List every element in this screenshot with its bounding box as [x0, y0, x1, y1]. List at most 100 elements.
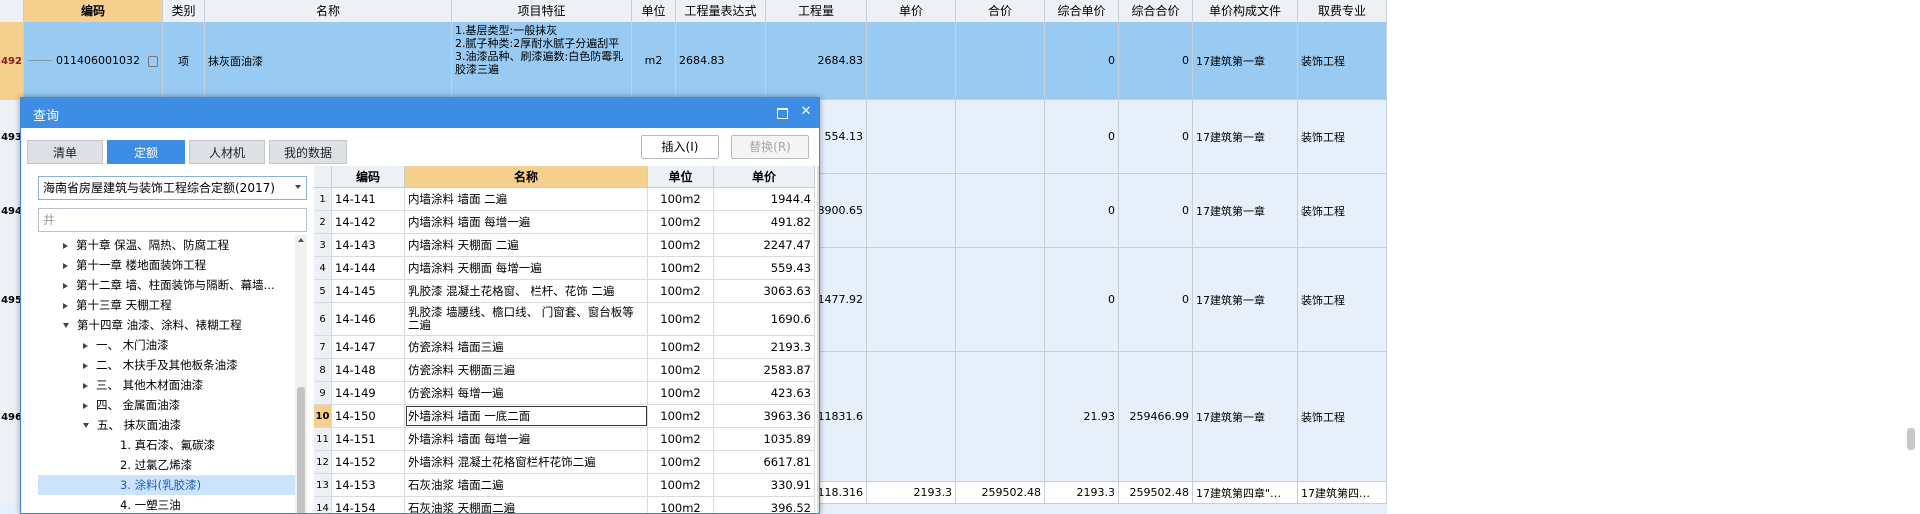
cell-qty[interactable]: 2684.83	[766, 22, 867, 99]
cell-total[interactable]	[956, 22, 1045, 99]
insert-button[interactable]: 插入(I)	[641, 135, 719, 159]
col-header-file[interactable]: 单价构成文件	[1193, 0, 1298, 22]
quota-row[interactable]: 7 14-147 仿瓷涂料 墙面三遍 100m2 2193.3	[314, 336, 815, 359]
cell-comp-total[interactable]: 0	[1119, 100, 1193, 173]
quota-row-current[interactable]: 10 14-150 外墙涂料 墙面 一底二面 100m2 3963.36	[314, 405, 815, 428]
expand-icon[interactable]	[63, 242, 68, 249]
tree-node[interactable]: 第十三章 天棚工程	[63, 295, 172, 315]
cell-price[interactable]	[867, 174, 956, 247]
cell-comp-total[interactable]: 259502.48	[1119, 482, 1193, 503]
quota-col-price[interactable]: 单价	[714, 166, 815, 188]
col-header-qty[interactable]: 工程量	[766, 0, 867, 22]
cell-comp-total[interactable]: 0	[1119, 174, 1193, 247]
cell-comp-price[interactable]: 21.93	[1045, 352, 1119, 481]
cell-unit[interactable]: m2	[632, 22, 676, 99]
quota-library-select[interactable]: 海南省房屋建筑与装饰工程综合定额(2017)	[38, 176, 307, 200]
cell-total[interactable]	[956, 174, 1045, 247]
cell-comp-price[interactable]: 0	[1045, 22, 1119, 99]
cell-file[interactable]: 17建筑第四章"…	[1193, 482, 1298, 503]
cell-comp-total[interactable]: 259466.99	[1119, 352, 1193, 481]
cell-price[interactable]	[867, 22, 956, 99]
replace-button[interactable]: 替换(R)	[731, 135, 809, 159]
maximize-icon[interactable]	[777, 108, 788, 119]
table-row[interactable]: 492 011406001032 项 抹灰面油漆 1.基层类型:一般抹灰 2.腻…	[0, 22, 1387, 100]
tree-node[interactable]: 第十一章 楼地面装饰工程	[63, 255, 206, 275]
cell-code[interactable]: 011406001032	[24, 22, 163, 99]
cell-spec[interactable]: 装饰工程	[1298, 22, 1387, 99]
tree-node[interactable]: 2. 过氯乙烯漆	[120, 455, 192, 475]
cell-type[interactable]: 项	[163, 22, 205, 99]
col-header-comp-price[interactable]: 综合单价	[1045, 0, 1119, 22]
col-header-spec[interactable]: 取费专业	[1298, 0, 1387, 22]
col-header-unit[interactable]: 单位	[632, 0, 676, 22]
cell-expr[interactable]: 2684.83	[676, 22, 766, 99]
tab-my-data[interactable]: 我的数据	[269, 140, 347, 164]
tree-node[interactable]: 四、 金属面油漆	[83, 395, 180, 415]
collapse-icon[interactable]	[83, 423, 89, 428]
tree-node[interactable]: 五、 抹灰面油漆	[83, 415, 181, 435]
cell-comp-price[interactable]: 0	[1045, 100, 1119, 173]
cell-comp-price[interactable]: 0	[1045, 248, 1119, 351]
cell-spec[interactable]: 17建筑第四…	[1298, 482, 1387, 503]
quota-row[interactable]: 3 14-143 内墙涂料 天棚面 二遍 100m2 2247.47	[314, 234, 815, 257]
col-header-name[interactable]: 名称	[205, 0, 452, 22]
tree-node[interactable]: 第十四章 油漆、涂料、裱糊工程	[63, 315, 242, 335]
cell-comp-price[interactable]: 0	[1045, 174, 1119, 247]
cell-spec[interactable]: 装饰工程	[1298, 248, 1387, 351]
cell-comp-total[interactable]: 0	[1119, 248, 1193, 351]
tree-node[interactable]: 二、 木扶手及其他板条油漆	[83, 355, 238, 375]
cell-total[interactable]	[956, 248, 1045, 351]
expand-icon[interactable]	[63, 302, 68, 309]
quota-row[interactable]: 13 14-153 石灰油浆 墙面二遍 100m2 330.91	[314, 474, 815, 497]
tab-qingdan[interactable]: 清单	[27, 140, 103, 164]
col-header-code[interactable]: 编码	[24, 0, 163, 22]
cell-price[interactable]	[867, 352, 956, 481]
tree-node[interactable]: 第十二章 墙、柱面装饰与隔断、幕墙...	[63, 275, 275, 295]
quota-row[interactable]: 1 14-141 内墙涂料 墙面 二遍 100m2 1944.4	[314, 188, 815, 211]
cell-spec[interactable]: 装饰工程	[1298, 100, 1387, 173]
tree-node[interactable]: 4. 一塑三油	[120, 495, 181, 513]
cell-file[interactable]: 17建筑第一章	[1193, 352, 1298, 481]
main-scrollbar-thumb[interactable]	[1907, 428, 1915, 450]
quota-row[interactable]: 8 14-148 仿瓷涂料 天棚面三遍 100m2 2583.87	[314, 359, 815, 382]
cell-file[interactable]: 17建筑第一章	[1193, 174, 1298, 247]
tree-node[interactable]: 1. 真石漆、氟碳漆	[120, 435, 215, 455]
quota-col-name[interactable]: 名称	[405, 166, 648, 188]
cell-file[interactable]: 17建筑第一章	[1193, 22, 1298, 99]
expand-icon[interactable]	[83, 342, 88, 349]
cell-file[interactable]: 17建筑第一章	[1193, 248, 1298, 351]
tree-node-selected[interactable]: 3. 涂料(乳胶漆)	[38, 475, 296, 495]
tree-node[interactable]: 第十章 保温、隔热、防腐工程	[63, 235, 229, 255]
cell-total[interactable]	[956, 100, 1045, 173]
quota-col-code[interactable]: 编码	[332, 166, 405, 188]
col-header-comp-total[interactable]: 综合合价	[1119, 0, 1193, 22]
cell-comp-price[interactable]: 2193.3	[1045, 482, 1119, 503]
quota-row[interactable]: 14 14-154 石灰油浆 天棚面二遍 100m2 396.52	[314, 497, 815, 513]
cell-file[interactable]: 17建筑第一章	[1193, 100, 1298, 173]
col-header-total[interactable]: 合价	[956, 0, 1045, 22]
expand-icon[interactable]	[83, 382, 88, 389]
quota-row[interactable]: 11 14-151 外墙涂料 墙面 每增一遍 100m2 1035.89	[314, 428, 815, 451]
quota-col-unit[interactable]: 单位	[648, 166, 714, 188]
tree-scrollbar-thumb[interactable]	[297, 387, 305, 513]
cell-spec[interactable]: 装饰工程	[1298, 352, 1387, 481]
expand-icon[interactable]	[83, 402, 88, 409]
cell-name[interactable]: 抹灰面油漆	[205, 22, 452, 99]
quota-table-scrollbar[interactable]	[817, 166, 819, 513]
tree-node[interactable]: 一、 木门油漆	[83, 335, 169, 355]
tree-scrollbar[interactable]	[295, 235, 307, 513]
cell-price[interactable]	[867, 248, 956, 351]
cell-features[interactable]: 1.基层类型:一般抹灰 2.腻子种类:2厚耐水腻子分遍刮平 3.油漆品种、刷漆遍…	[452, 22, 632, 99]
tab-rencaiji[interactable]: 人材机	[189, 140, 265, 164]
quota-row[interactable]: 12 14-152 外墙涂料 混凝土花格窗栏杆花饰二遍 100m2 6617.81	[314, 451, 815, 474]
collapse-icon[interactable]	[63, 323, 69, 328]
quota-row[interactable]: 6 14-146 乳胶漆 墙腰线、檐口线、 门窗套、窗台板等 二遍 100m2 1690…	[314, 303, 815, 336]
quota-row[interactable]: 2 14-142 内墙涂料 墙面 每增一遍 100m2 491.82	[314, 211, 815, 234]
cell-price[interactable]	[867, 100, 956, 173]
cell-comp-total[interactable]: 0	[1119, 22, 1193, 99]
close-icon[interactable]: ✕	[799, 105, 813, 119]
search-input[interactable]: 井	[38, 208, 307, 232]
expand-icon[interactable]	[63, 282, 68, 289]
col-header-type[interactable]: 类别	[163, 0, 205, 22]
tree-node[interactable]: 三、 其他木材面油漆	[83, 375, 203, 395]
